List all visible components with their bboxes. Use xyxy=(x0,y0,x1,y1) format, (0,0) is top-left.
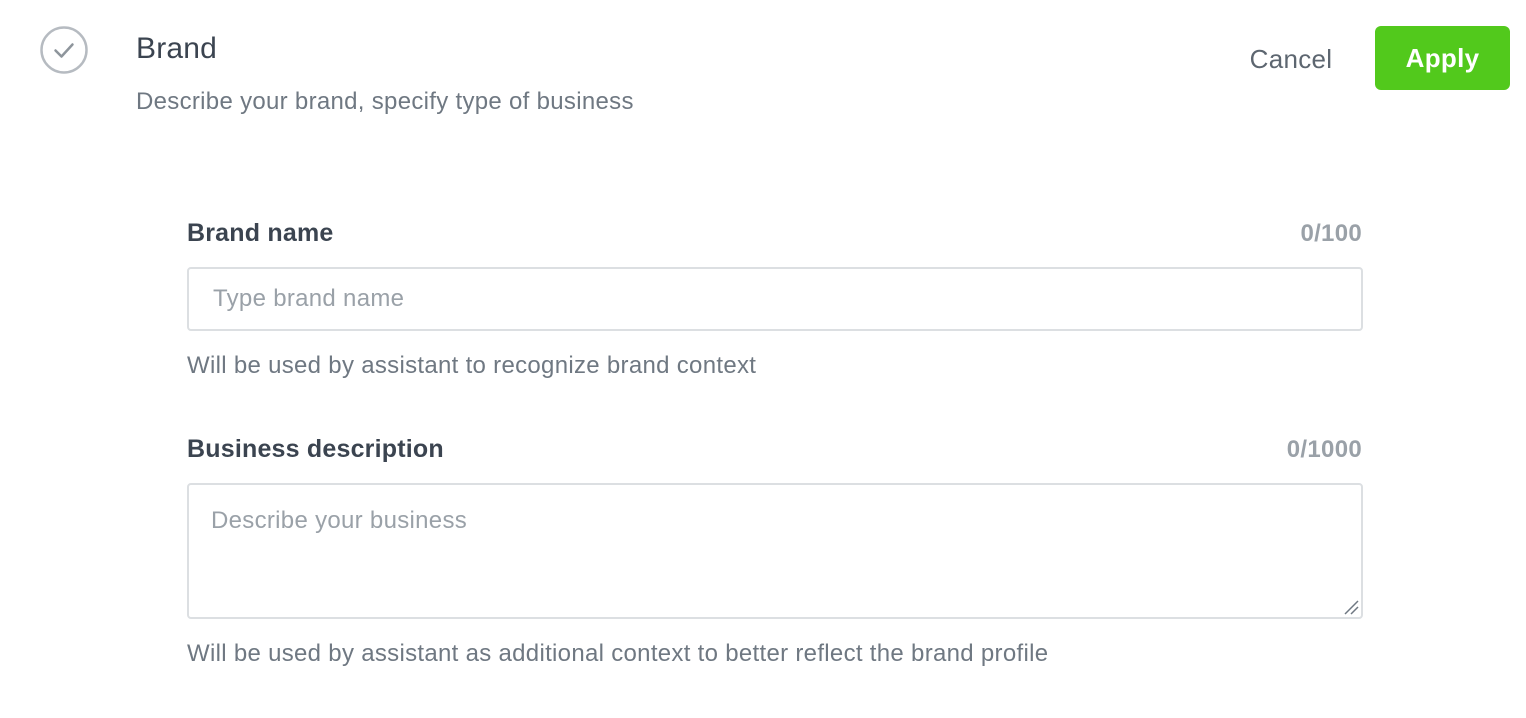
apply-button[interactable]: Apply xyxy=(1375,26,1510,90)
brand-name-hint: Will be used by assistant to recognize b… xyxy=(187,352,757,379)
check-circle-icon xyxy=(40,26,88,74)
business-description-label: Business description xyxy=(187,435,444,463)
business-description-hint: Will be used by assistant as additional … xyxy=(187,640,1049,667)
resize-handle-icon[interactable] xyxy=(1343,599,1359,615)
section-subtitle: Describe your brand, specify type of bus… xyxy=(136,88,634,115)
section-title: Brand xyxy=(136,32,218,65)
brand-name-label: Brand name xyxy=(187,219,334,247)
business-description-counter: 0/1000 xyxy=(1286,436,1362,463)
cancel-button[interactable]: Cancel xyxy=(1228,28,1354,90)
brand-name-counter: 0/100 xyxy=(1300,220,1362,247)
business-description-textarea[interactable] xyxy=(187,483,1363,619)
brand-name-input[interactable] xyxy=(187,267,1363,331)
